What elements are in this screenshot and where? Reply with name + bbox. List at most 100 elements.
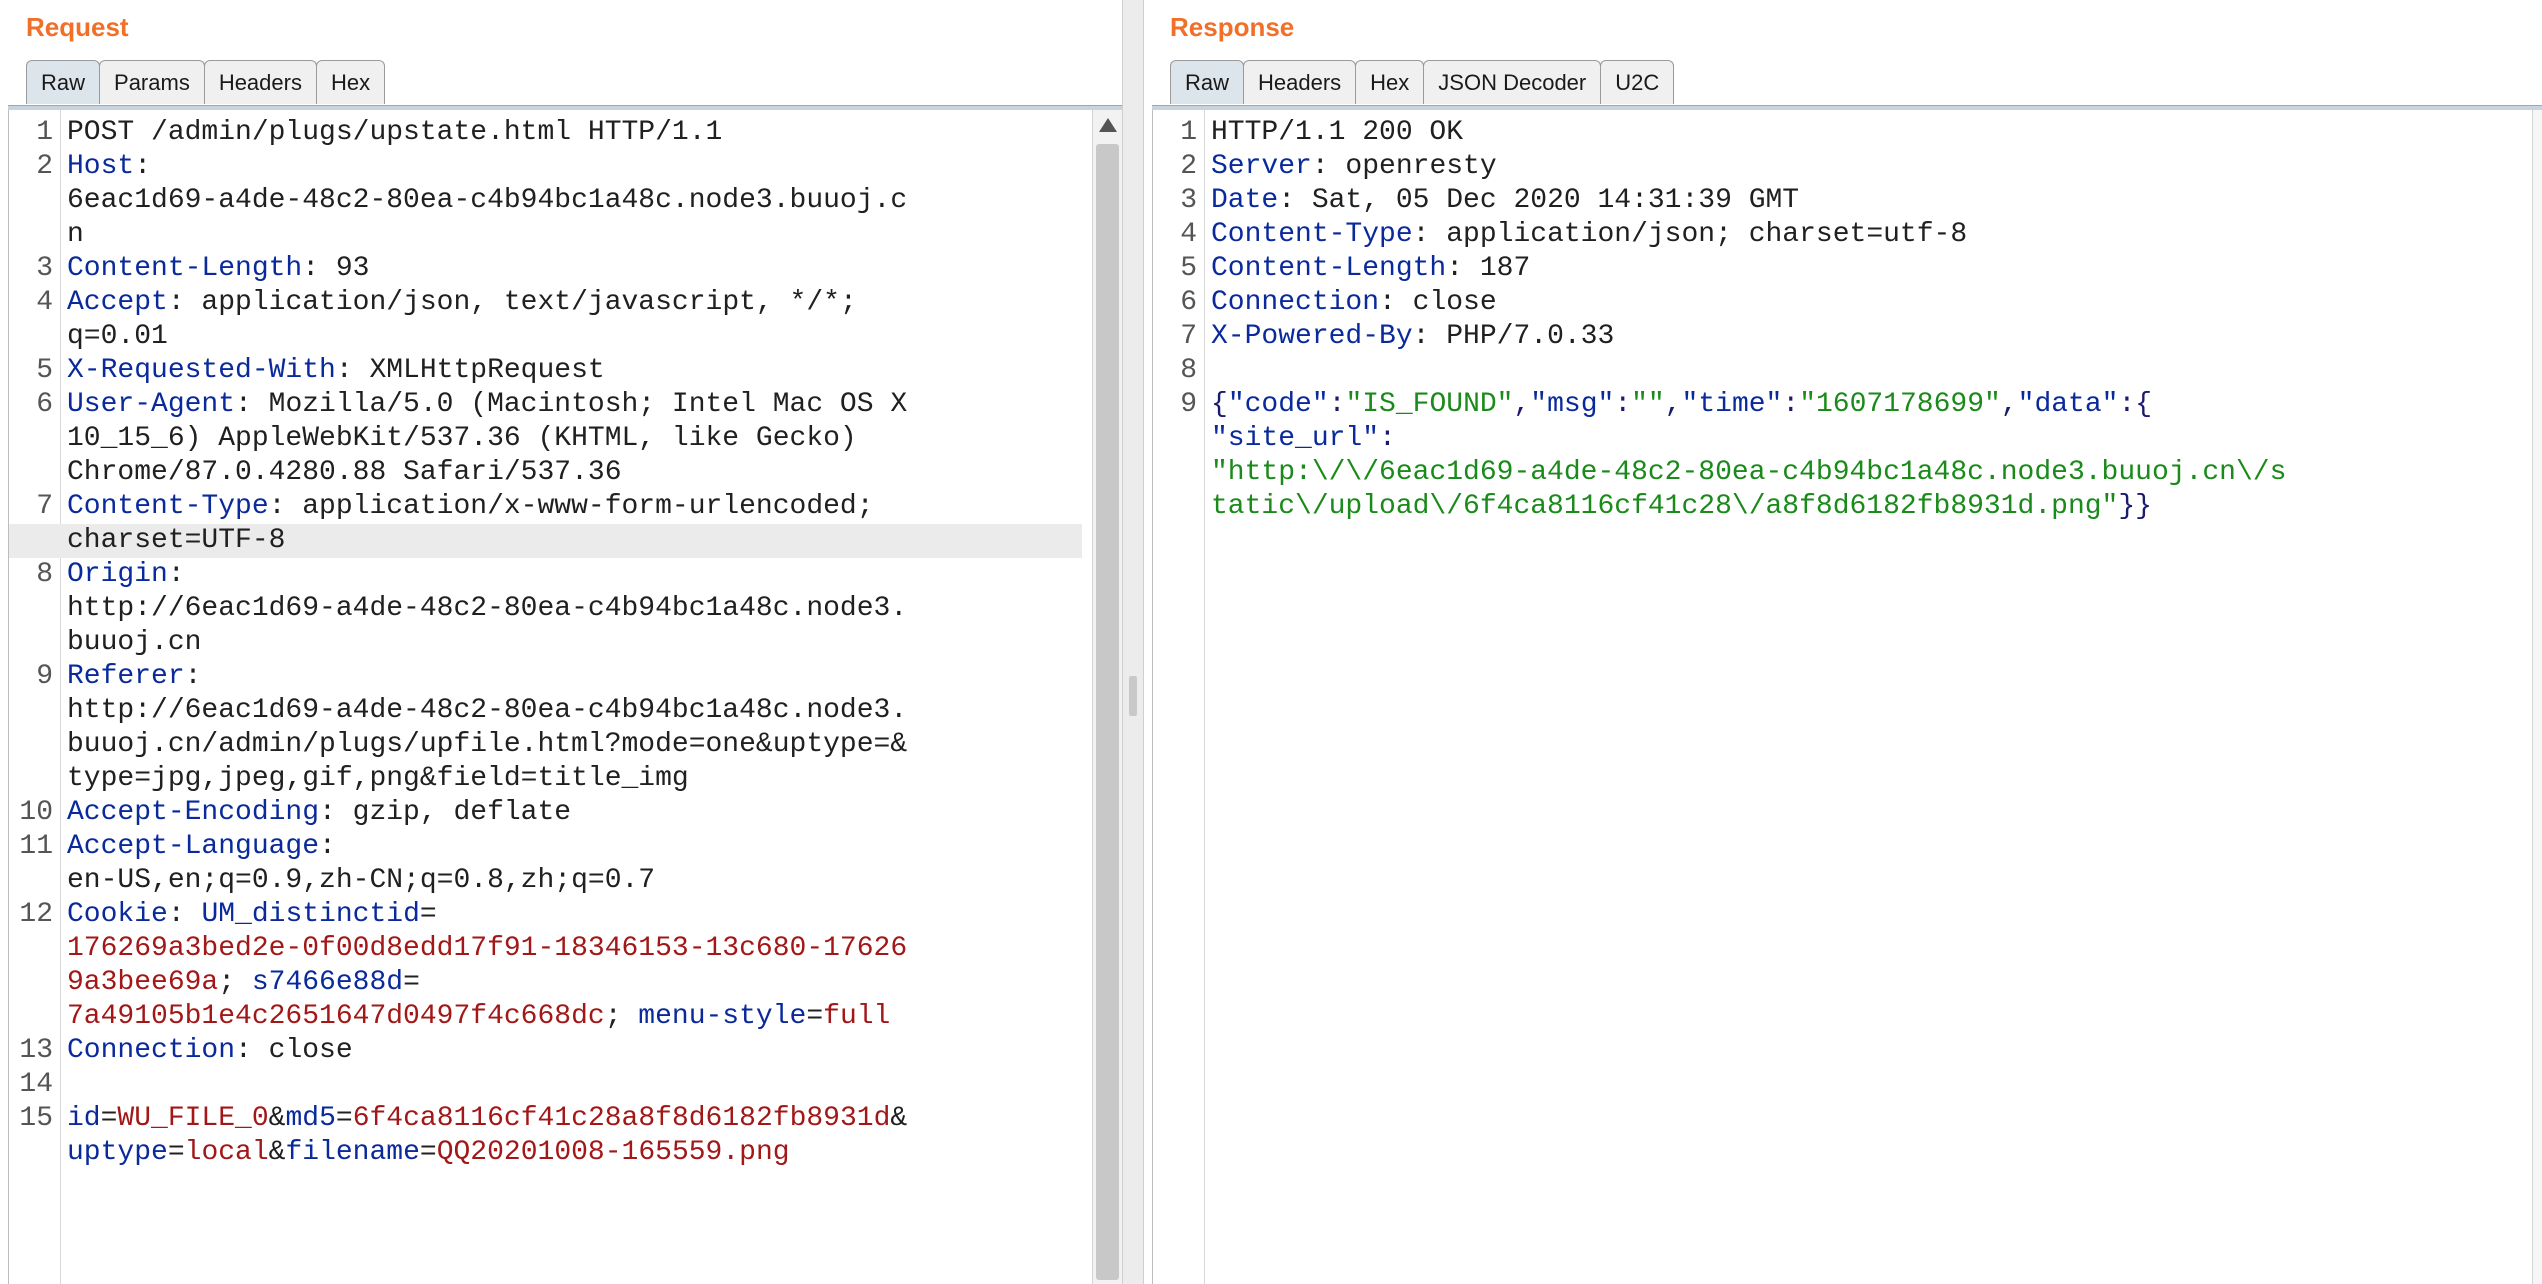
code-line[interactable]: type=jpg,jpeg,gif,png&field=title_img (9, 762, 1082, 796)
code-token: HTTP/1.1 200 OK (1211, 117, 1464, 148)
code-line[interactable]: 6eac1d69-a4de-48c2-80ea-c4b94bc1a48c.nod… (9, 184, 1082, 218)
line-number: 5 (1180, 253, 1197, 284)
code-line[interactable]: tatic\/upload\/6f4ca8116cf41c28\/a8f8d61… (1153, 490, 2502, 524)
code-token: : (1614, 389, 1632, 420)
code-token: : close (235, 1035, 353, 1066)
code-token: charset=UTF-8 (67, 525, 286, 556)
code-line[interactable]: 4 Accept: application/json, text/javascri… (9, 286, 1082, 320)
code-line[interactable]: Chrome/87.0.4280.88 Safari/537.36 (9, 456, 1082, 490)
code-line[interactable]: 176269a3bed2e-0f00d8edd17f91-18346153-13… (9, 932, 1082, 966)
response-code[interactable]: 1 HTTP/1.1 200 OK 2 Server: openresty 3 Date:… (1153, 116, 2502, 524)
code-line[interactable]: 6 Connection: close (1153, 286, 2502, 320)
code-token: 7a49105b1e4c2651647d0497f4c668dc (67, 1001, 605, 1032)
scroll-up-arrow-icon[interactable] (1099, 118, 1117, 132)
code-token: "" (1631, 389, 1665, 420)
code-line[interactable]: 6 User-Agent: Mozilla/5.0 (Macintosh; Int… (9, 388, 1082, 422)
code-line[interactable]: 8 Origin: (9, 558, 1082, 592)
tab-headers[interactable]: Headers (1243, 60, 1357, 104)
code-line[interactable]: 1 HTTP/1.1 200 OK (1153, 116, 2502, 150)
code-token: = (100, 1103, 118, 1134)
request-editor[interactable]: 1 POST /admin/plugs/upstate.html HTTP/1.1… (8, 110, 1122, 1284)
code-token: UM_distinctid (201, 899, 420, 930)
tab-params[interactable]: Params (99, 60, 205, 104)
code-line[interactable]: 7 X-Powered-By: PHP/7.0.33 (1153, 320, 2502, 354)
tab-raw[interactable]: Raw (26, 60, 101, 104)
tab-json-decoder[interactable]: JSON Decoder (1423, 60, 1602, 104)
code-token: : openresty (1311, 151, 1497, 182)
tab-hex[interactable]: Hex (1355, 60, 1425, 104)
code-line[interactable]: 12 Cookie: UM_distinctid= (9, 898, 1082, 932)
code-line[interactable]: 8​ (1153, 354, 2502, 388)
code-line[interactable]: 3 Date: Sat, 05 Dec 2020 14:31:39 GMT (1153, 184, 2502, 218)
tab-raw[interactable]: Raw (1170, 60, 1245, 104)
code-line[interactable]: buuoj.cn (9, 626, 1082, 660)
code-line[interactable]: 5 Content-Length: 187 (1153, 252, 2502, 286)
line-number: 8 (36, 559, 53, 590)
pane-splitter[interactable] (1122, 0, 1144, 1284)
response-scrollbar[interactable] (2532, 110, 2542, 1284)
code-token: , (2000, 389, 2018, 420)
line-number: 14 (19, 1069, 53, 1100)
code-token: "1607178699" (1799, 389, 2001, 420)
code-line[interactable]: buuoj.cn/admin/plugs/upfile.html?mode=on… (9, 728, 1082, 762)
code-line[interactable]: 11 Accept-Language: (9, 830, 1082, 864)
code-line[interactable]: 4 Content-Type: application/json; charset… (1153, 218, 2502, 252)
code-line[interactable]: 7a49105b1e4c2651647d0497f4c668dc; menu-s… (9, 1000, 1082, 1034)
response-editor[interactable]: 1 HTTP/1.1 200 OK 2 Server: openresty 3 Date:… (1152, 110, 2542, 1284)
code-line[interactable]: 9 {"code":"IS_FOUND","msg":"","time":"160… (1153, 388, 2502, 422)
line-number: 3 (36, 253, 53, 284)
code-line[interactable]: 7 Content-Type: application/x-www-form-ur… (9, 490, 1082, 524)
code-line[interactable]: 10_15_6) AppleWebKit/537.36 (KHTML, like… (9, 422, 1082, 456)
code-token: local (184, 1137, 269, 1168)
request-code[interactable]: 1 POST /admin/plugs/upstate.html HTTP/1.1… (9, 116, 1082, 1170)
response-tabs: Raw Headers Hex JSON Decoder U2C (1170, 60, 1675, 106)
code-line[interactable]: http://6eac1d69-a4de-48c2-80ea-c4b94bc1a… (9, 694, 1082, 728)
tab-u2c[interactable]: U2C (1600, 60, 1675, 104)
code-line[interactable]: "http:\/\/6eac1d69-a4de-48c2-80ea-c4b94b… (1153, 456, 2502, 490)
code-token: : Sat, 05 Dec 2020 14:31:39 GMT (1278, 185, 1800, 216)
code-token: X-Requested-With (67, 355, 336, 386)
code-line[interactable]: "site_url": (1153, 422, 2502, 456)
request-scrollbar[interactable] (1092, 110, 1122, 1284)
line-number: 7 (36, 491, 53, 522)
code-line[interactable]: 15 id=WU_FILE_0&md5=6f4ca8116cf41c28a8f8d… (9, 1102, 1082, 1136)
code-token: Content-Length (1211, 253, 1447, 284)
tab-headers[interactable]: Headers (203, 60, 317, 104)
code-line[interactable]: 5 X-Requested-With: XMLHttpRequest (9, 354, 1082, 388)
code-line[interactable]: 9a3bee69a; s7466e88d= (9, 966, 1082, 1000)
code-token: }} (2118, 491, 2152, 522)
code-line[interactable]: 10 Accept-Encoding: gzip, deflate (9, 796, 1082, 830)
tab-hex[interactable]: Hex (315, 60, 386, 104)
splitter-grip-icon[interactable] (1129, 676, 1137, 716)
code-line[interactable]: 1 POST /admin/plugs/upstate.html HTTP/1.1 (9, 116, 1082, 150)
code-line[interactable]: 9 Referer: (9, 660, 1082, 694)
request-tabs: Raw Params Headers Hex (26, 60, 386, 106)
code-token: = (419, 899, 437, 930)
code-line[interactable]: http://6eac1d69-a4de-48c2-80ea-c4b94bc1a… (9, 592, 1082, 626)
code-token: : (134, 151, 152, 182)
code-token: Host (67, 151, 135, 182)
code-line[interactable]: 2 Host: (9, 150, 1082, 184)
code-line[interactable]: en-US,en;q=0.9,zh-CN;q=0.8,zh;q=0.7 (9, 864, 1082, 898)
code-token: "msg" (1530, 389, 1615, 420)
code-line[interactable]: 14​ (9, 1068, 1082, 1102)
code-line[interactable]: 13 Connection: close (9, 1034, 1082, 1068)
request-title: Request (26, 12, 129, 42)
code-line[interactable]: n (9, 218, 1082, 252)
code-line[interactable]: uptype=local&filename=QQ20201008-165559.… (9, 1136, 1082, 1170)
code-token: en-US,en;q=0.9,zh-CN;q=0.8,zh;q=0.7 (67, 865, 656, 896)
code-line[interactable]: 3 Content-Length: 93 (9, 252, 1082, 286)
code-token: : gzip, deflate (319, 797, 572, 828)
code-token: uptype (67, 1137, 168, 1168)
code-token: Chrome/87.0.4280.88 Safari/537.36 (67, 457, 622, 488)
code-token: = (335, 1103, 353, 1134)
scroll-thumb[interactable] (1096, 144, 1119, 1280)
code-line[interactable]: 2 Server: openresty (1153, 150, 2502, 184)
line-number: 4 (1180, 219, 1197, 250)
code-line[interactable]: q=0.01 (9, 320, 1082, 354)
code-token: type=jpg,jpeg,gif,png&field=title_img (67, 763, 689, 794)
code-token: Origin (67, 559, 168, 590)
code-line[interactable]: charset=UTF-8 (9, 524, 1082, 558)
code-token: buuoj.cn (67, 627, 202, 658)
code-token: Cookie (67, 899, 168, 930)
